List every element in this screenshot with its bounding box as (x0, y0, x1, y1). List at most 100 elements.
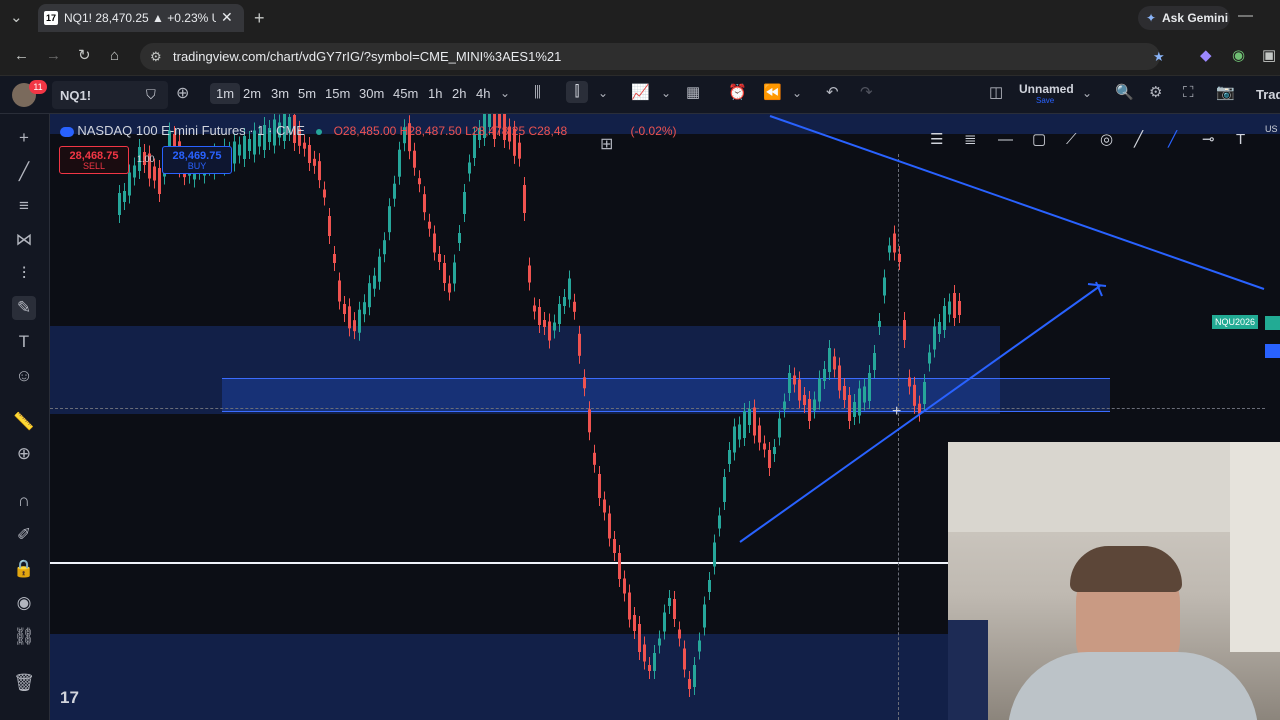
candle-body (128, 172, 131, 196)
horizontal-ray-icon[interactable]: ⊸ (1202, 132, 1215, 147)
timeframe-3m[interactable]: 3m (271, 86, 289, 101)
zoom-in-icon[interactable]: ⊕ (12, 442, 36, 466)
candle-body (578, 333, 581, 356)
timeframe-1h[interactable]: 1h (428, 86, 442, 101)
timeframe-45m[interactable]: 45m (393, 86, 418, 101)
trade-button[interactable]: Trad (1256, 87, 1280, 102)
buy-button[interactable]: 28,469.75 BUY (162, 146, 232, 174)
symbol-search[interactable]: NQ1! ⛉ (52, 81, 168, 109)
ask-gemini-button[interactable]: ✦ Ask Gemini (1138, 6, 1230, 30)
candle-body (748, 409, 751, 425)
close-tab-icon[interactable]: ✕ (221, 9, 233, 26)
crosshair-icon[interactable]: + (12, 126, 36, 150)
sell-button[interactable]: 28,468.75 SELL (59, 146, 129, 174)
browser-tab[interactable]: 17 NQ1! 28,470.25 ▲ +0.23% Unn ✕ (38, 4, 244, 32)
align-icon[interactable]: ☰ (930, 132, 943, 147)
candle-body (328, 216, 331, 236)
candle-body (463, 192, 466, 214)
pattern-icon[interactable]: ⋈ (12, 228, 36, 252)
replay-icon[interactable]: ⏪ (763, 85, 782, 100)
home-icon[interactable]: ⌂ (110, 48, 119, 63)
magnet-icon[interactable]: ∩ (12, 489, 36, 513)
indicators-icon[interactable]: 📈 (631, 85, 650, 100)
prediction-icon[interactable]: ⫶ (12, 262, 36, 286)
ray-icon[interactable]: ╱ (1168, 132, 1177, 147)
tab-search-icon[interactable]: ⌄ (10, 10, 23, 25)
redo-icon[interactable]: ↷ (860, 85, 873, 100)
candle-body (693, 665, 696, 687)
stay-drawing-icon[interactable]: ✐ (12, 523, 36, 547)
hide-eye-icon[interactable]: ◉ (12, 591, 36, 615)
text-icon[interactable]: T (1236, 132, 1245, 147)
forward-icon[interactable]: → (46, 48, 61, 63)
link-icon[interactable]: ⛓ (12, 625, 36, 649)
timeframe-30m[interactable]: 30m (359, 86, 384, 101)
candle-body (648, 665, 651, 671)
candles-icon[interactable]: ⫿ (566, 81, 588, 103)
candle-body (903, 320, 906, 340)
timeframe-2h[interactable]: 2h (452, 86, 466, 101)
fullscreen-icon[interactable]: ⛶ (1183, 85, 1194, 100)
timeframe-1m[interactable]: 1m (210, 83, 241, 104)
candle-body (783, 401, 786, 410)
candle-body (468, 162, 471, 174)
trend-line-icon[interactable]: ╱ (12, 160, 36, 184)
candle-body (588, 409, 591, 433)
chart-title: NASDAQ 100 E-mini Futures · 1 · CME (77, 123, 305, 138)
path-icon[interactable]: ⟋ (1066, 132, 1077, 147)
candle-body (773, 447, 776, 454)
timeframe-dropdown-icon[interactable]: ⌄ (500, 87, 510, 99)
back-icon[interactable]: ← (14, 48, 29, 63)
lock-icon[interactable]: 🔒 (12, 557, 36, 581)
rectangle-icon[interactable]: ▢ (1032, 132, 1046, 147)
compare-add-icon[interactable]: ⊕ (176, 86, 189, 102)
ruler-icon[interactable]: 📏 (12, 410, 36, 434)
minimize-icon[interactable]: — (1238, 8, 1253, 23)
undo-icon[interactable]: ↶ (826, 85, 839, 100)
settings-gear-icon[interactable]: ⚙ (1149, 85, 1162, 100)
candle-body (803, 395, 806, 405)
line-tool-icon[interactable]: ╱ (1134, 132, 1143, 147)
chart-top-toolbar: 11 NQ1! ⛉ ⊕ 1m 2m 3m 5m 15m 30m 45m 1h 2… (0, 76, 1280, 114)
alert-icon[interactable]: ⏰ (728, 85, 747, 100)
candle-body (888, 245, 891, 253)
candle-body (833, 356, 836, 370)
reload-icon[interactable]: ↻ (78, 48, 91, 63)
timeframe-15m[interactable]: 15m (325, 86, 350, 101)
fib-retracement-icon[interactable]: ≡ (12, 194, 36, 218)
timeframe-4h[interactable]: 4h (476, 86, 490, 101)
indicators-dropdown-icon[interactable]: ⌄ (661, 87, 671, 99)
candle-body (443, 263, 446, 283)
templates-grid-icon[interactable]: ▦ (686, 85, 700, 100)
candle-body (678, 629, 681, 639)
emoji-icon[interactable]: ☺ (12, 364, 36, 388)
object-tree-icon[interactable]: ⊞ (600, 134, 613, 154)
extension-icon[interactable]: ◆ (1200, 48, 1212, 63)
site-info-icon[interactable]: ⚙ (150, 43, 162, 70)
chart-type-dropdown-icon[interactable]: ⌄ (598, 87, 608, 99)
extension-2-icon[interactable]: ◉ (1232, 48, 1245, 63)
trash-icon[interactable]: 🗑 (12, 671, 36, 695)
extensions-puzzle-icon[interactable]: ▣ (1262, 48, 1276, 63)
url-field[interactable]: ⚙ tradingview.com/chart/vdGY7rIG/?symbol… (140, 43, 1165, 70)
tab-title: NQ1! 28,470.25 ▲ +0.23% Unn (64, 11, 216, 25)
layout-dropdown-icon[interactable]: ⌄ (1082, 87, 1092, 99)
candle-body (763, 443, 766, 450)
replay-dropdown-icon[interactable]: ⌄ (792, 87, 802, 99)
circle-icon[interactable]: ◎ (1100, 132, 1113, 147)
timeframe-5m[interactable]: 5m (298, 86, 316, 101)
text-tool-icon[interactable]: T (12, 330, 36, 354)
new-tab-icon[interactable]: + (254, 9, 265, 27)
timeframe-2m[interactable]: 2m (243, 86, 261, 101)
candle-body (818, 378, 821, 402)
layout-icon[interactable]: ◫ (989, 85, 1003, 100)
list-icon[interactable]: ≣ (964, 132, 977, 147)
brush-icon[interactable]: ✎ (12, 296, 36, 320)
bars-style-icon[interactable]: ⫼ (534, 85, 541, 100)
snapshot-camera-icon[interactable]: 📷 (1216, 85, 1235, 100)
quick-search-icon[interactable]: 🔍 (1115, 85, 1134, 100)
ohlc-high: H28,487.50 (399, 124, 462, 138)
layout-name[interactable]: Unnamed (1019, 82, 1074, 96)
bookmark-star-icon[interactable]: ★ (1153, 43, 1165, 70)
horizontal-line-icon[interactable]: — (998, 132, 1013, 147)
